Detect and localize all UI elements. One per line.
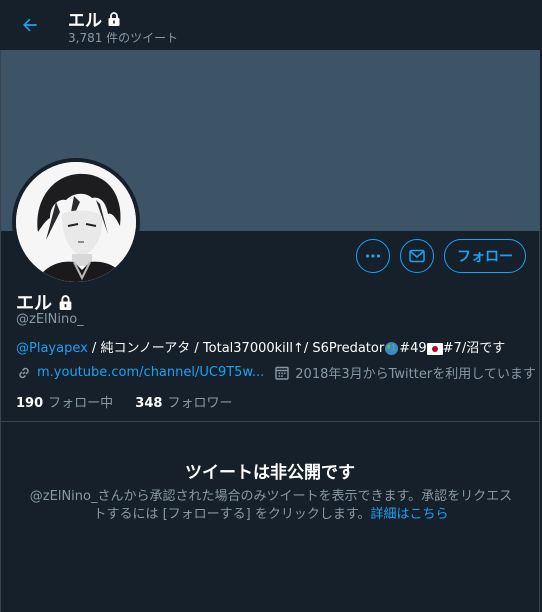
tweet-count: 3,781 件のツイート	[68, 31, 179, 45]
profile-meta: m.youtube.com/channel/UC9T5w... 2018年3月か…	[16, 363, 536, 382]
bio-mention-link[interactable]: @Playapex	[16, 341, 88, 356]
lock-icon	[59, 294, 72, 310]
avatar-image	[16, 162, 136, 282]
back-arrow-icon	[23, 18, 37, 32]
followers-label: フォロワー	[167, 396, 233, 411]
following-link[interactable]: 190 フォロー中	[16, 396, 113, 411]
followers-count: 348	[135, 396, 163, 411]
profile-handle: @zElNino_	[16, 312, 84, 327]
back-button[interactable]	[16, 11, 44, 39]
bio-rank: #49	[399, 341, 427, 356]
japan-flag-icon	[426, 342, 443, 355]
following-label: フォロー中	[48, 396, 114, 411]
profile-counts: 190 フォロー中 348 フォロワー	[16, 392, 232, 411]
private-title: ツイートは非公開です	[185, 463, 355, 483]
bio-rank-jp: #7/沼です	[442, 341, 506, 356]
profile-website-link[interactable]: m.youtube.com/channel/UC9T5w...	[37, 365, 264, 380]
divider	[1, 421, 540, 422]
message-button[interactable]	[400, 239, 434, 273]
mail-icon	[409, 249, 425, 263]
header-name: エル	[68, 11, 102, 31]
link-icon	[19, 367, 29, 378]
follow-button[interactable]: フォロー	[444, 239, 526, 273]
followers-link[interactable]: 348 フォロワー	[135, 396, 232, 411]
bio-text: / 純コンノーアタ / Total37000kill↑/ S6Predator	[87, 341, 385, 356]
calendar-icon	[275, 366, 289, 380]
globe-icon	[385, 341, 399, 356]
more-button[interactable]	[356, 239, 390, 273]
profile-joined: 2018年3月からTwitterを利用しています	[295, 367, 536, 382]
avatar[interactable]	[12, 158, 140, 286]
lock-icon	[108, 11, 120, 26]
private-message: @zElNino_さんから承認された場合のみツイートを表示できます。承認をリクエ…	[24, 488, 518, 524]
profile-bio: @Playapex / 純コンノーアタ / Total37000kill↑/ S…	[16, 337, 505, 356]
learn-more-link[interactable]: 詳細はこちら	[371, 507, 449, 522]
more-icon	[365, 254, 381, 258]
top-header: エル 3,781 件のツイート	[0, 0, 542, 50]
following-count: 190	[16, 396, 44, 411]
header-title: エル	[68, 6, 122, 31]
